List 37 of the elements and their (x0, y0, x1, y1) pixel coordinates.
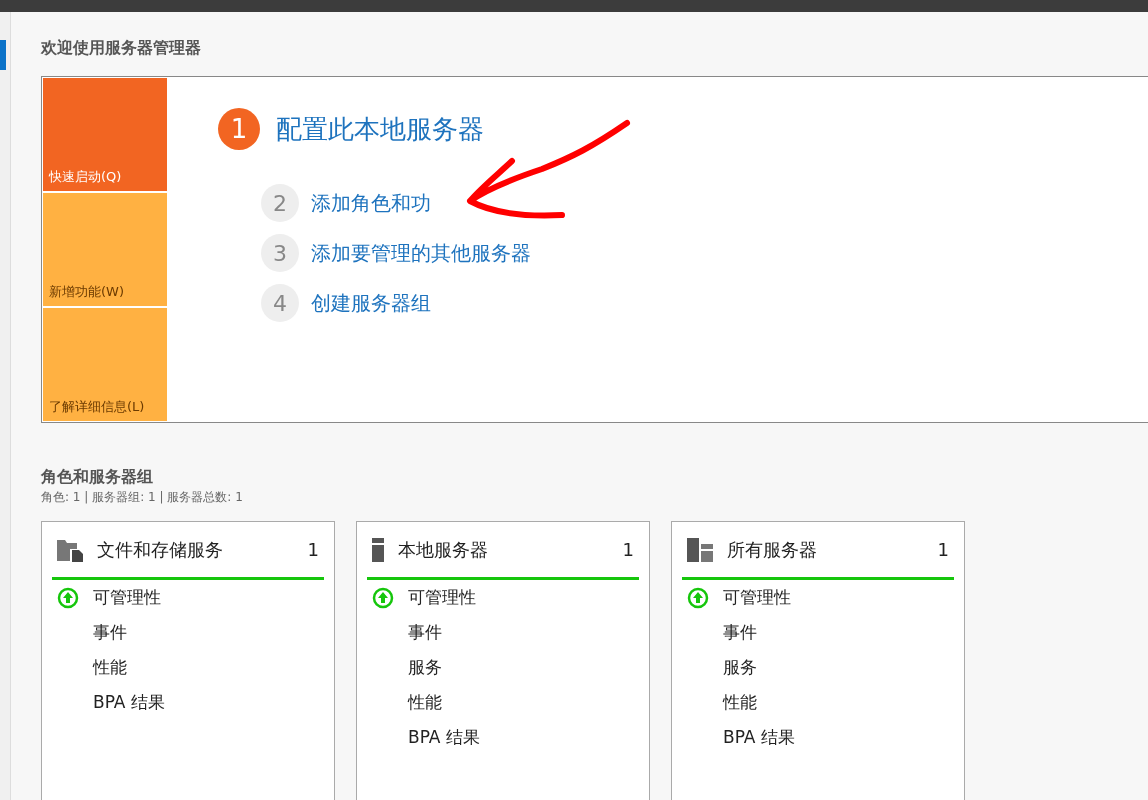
step-link[interactable]: 配置此本地服务器 (276, 111, 484, 147)
card-title[interactable]: 文件和存储服务 (97, 537, 294, 562)
section-summary: 角色: 1 | 服务器组: 1 | 服务器总数: 1 (41, 489, 244, 506)
card-count: 1 (937, 539, 949, 560)
card-link[interactable]: 事件 (408, 621, 442, 644)
nav-tile[interactable]: 新增功能(W) (43, 193, 167, 306)
step-number: 2 (261, 184, 299, 222)
card-link[interactable]: 服务 (408, 656, 442, 679)
step-link[interactable]: 添加要管理的其他服务器 (311, 239, 531, 267)
step-link[interactable]: 添加角色和功 (311, 189, 431, 217)
card-link[interactable]: 性能 (93, 656, 127, 679)
card-link[interactable]: 事件 (723, 621, 757, 644)
step-number: 4 (261, 284, 299, 322)
card-title[interactable]: 所有服务器 (727, 537, 924, 562)
card-link[interactable]: BPA 结果 (723, 726, 795, 749)
step-number: 1 (218, 108, 260, 150)
card-title[interactable]: 本地服务器 (398, 537, 609, 562)
card-link[interactable]: 服务 (723, 656, 757, 679)
nav-tile[interactable]: 了解详细信息(L) (43, 308, 167, 421)
card-link[interactable]: 可管理性 (93, 586, 161, 609)
card-link[interactable]: 可管理性 (408, 586, 476, 609)
step-link[interactable]: 创建服务器组 (311, 289, 431, 317)
card-link[interactable]: 可管理性 (723, 586, 791, 609)
folder-icon (57, 537, 83, 562)
card-count: 1 (622, 539, 634, 560)
card-link[interactable]: 性能 (723, 691, 757, 714)
nav-indicator (0, 40, 6, 70)
step-number: 3 (261, 234, 299, 272)
section-title: 角色和服务器组 (41, 467, 154, 488)
server-icon (372, 537, 384, 562)
card-link[interactable]: 事件 (93, 621, 127, 644)
page-title: 欢迎使用服务器管理器 (41, 38, 202, 58)
card-link[interactable]: 性能 (408, 691, 442, 714)
card-link[interactable]: BPA 结果 (408, 726, 480, 749)
card-count: 1 (307, 539, 319, 560)
servers-icon (687, 537, 713, 562)
card-link[interactable]: BPA 结果 (93, 691, 165, 714)
